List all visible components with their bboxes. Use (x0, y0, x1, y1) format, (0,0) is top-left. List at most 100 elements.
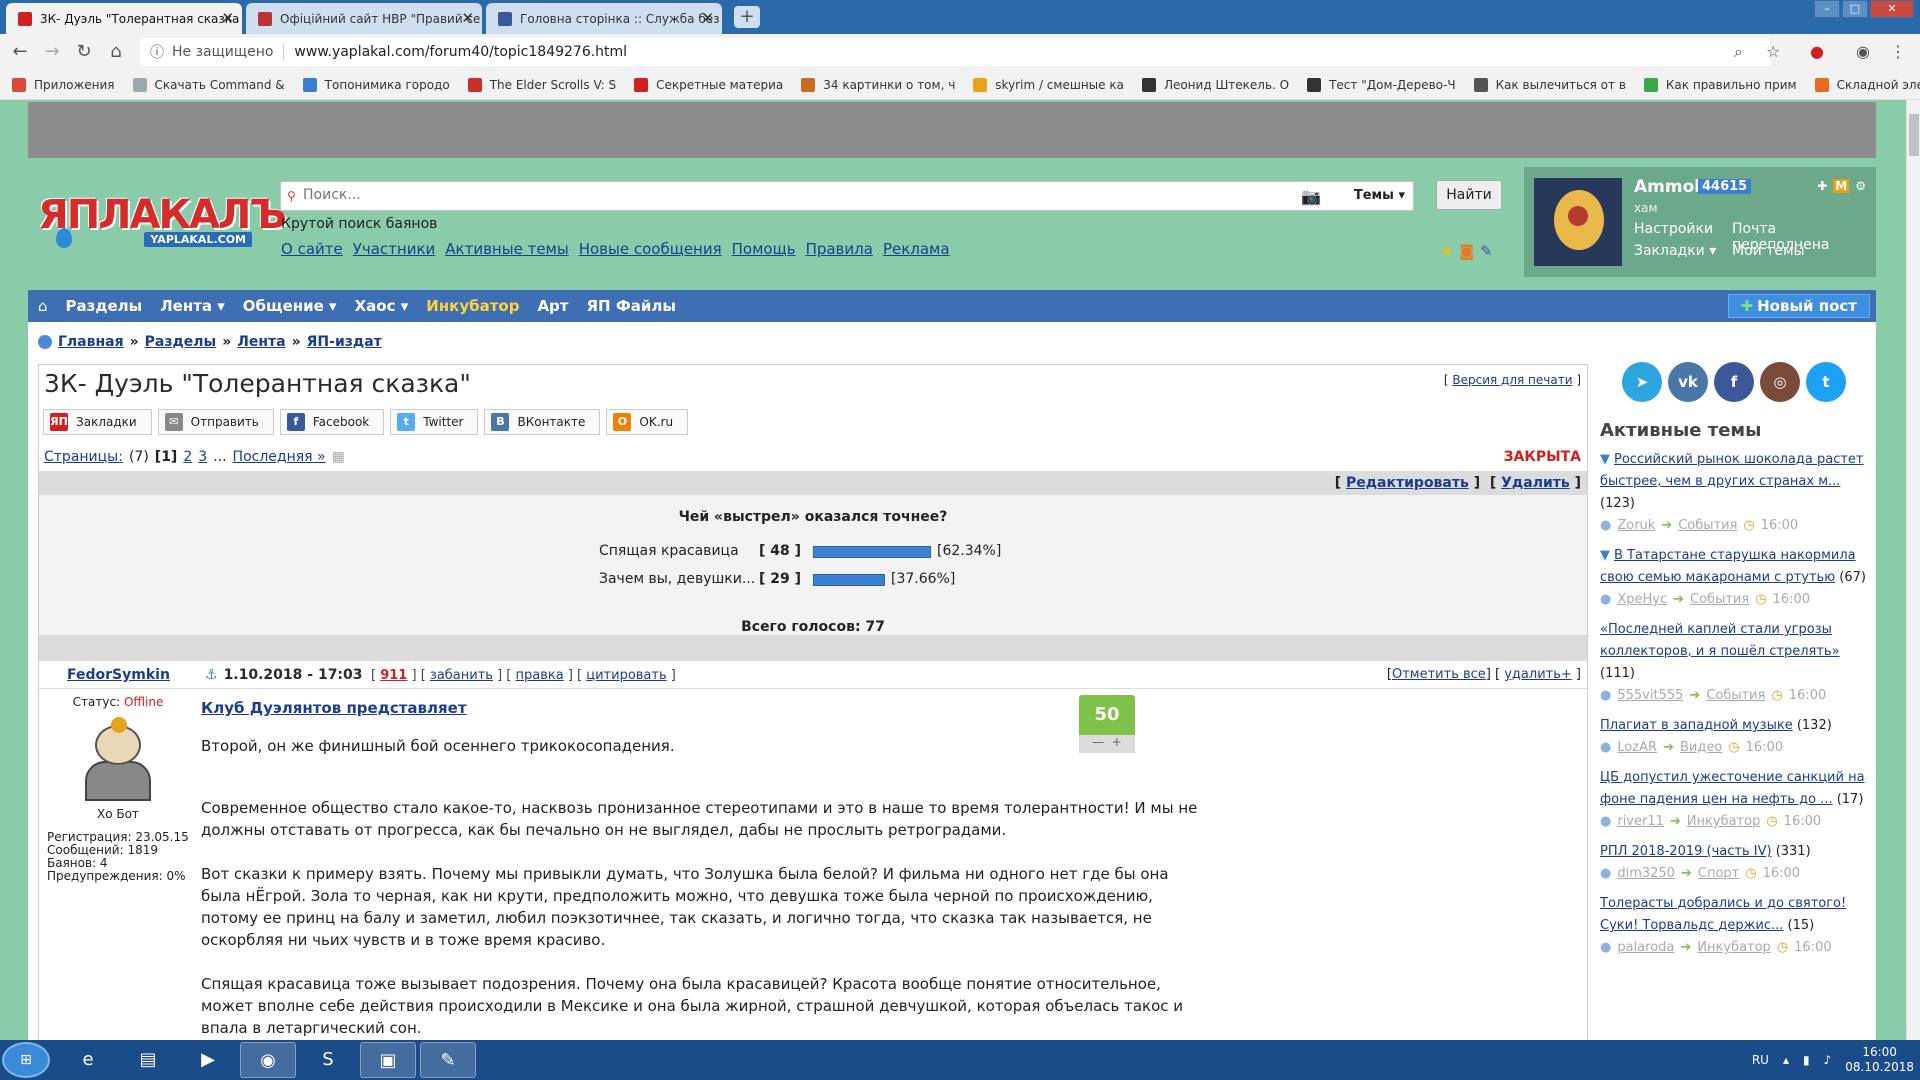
edit-link[interactable]: Редактировать (1346, 475, 1469, 491)
browser-tab-1[interactable]: 3К- Дуэль "Толерантная сказка ✕ (6, 3, 242, 34)
mark-all-link[interactable]: Отметить все (1392, 667, 1486, 682)
user-avatar[interactable] (1534, 178, 1622, 266)
minimize-window-button[interactable]: – (1814, 0, 1840, 18)
bookmark-item[interactable]: Скачать Command & (132, 77, 285, 92)
share-button[interactable]: В ВКонтакте (484, 409, 601, 435)
site-logo[interactable]: ЯПЛАКАЛЪ YAPLAKAL.COM (38, 194, 287, 252)
header-link[interactable]: Правила (806, 240, 873, 258)
active-topic-section[interactable]: События (1678, 515, 1737, 537)
share-button[interactable]: ✉ Отправить (157, 409, 274, 435)
bookmark-item[interactable]: skyrim / смешные ка (973, 77, 1124, 92)
twitter-icon[interactable]: t (1806, 362, 1846, 402)
author-avatar[interactable] (75, 717, 161, 803)
reload-icon[interactable]: ↻ (72, 40, 96, 64)
active-topic-link[interactable]: «Последней каплей стали угрозы коллектор… (1600, 622, 1840, 659)
page-link[interactable]: 2 (183, 449, 192, 465)
new-tab-button[interactable]: + (734, 6, 760, 28)
back-arrow-icon[interactable]: ← (8, 40, 32, 64)
star-icon[interactable]: ★ (1440, 242, 1453, 260)
bookmark-item[interactable]: Как вылечиться от в (1473, 77, 1626, 92)
active-topic-user[interactable]: palaroda (1617, 937, 1674, 959)
close-window-button[interactable]: ✕ (1870, 0, 1914, 18)
share-button[interactable]: t Twitter (390, 409, 479, 435)
rating-vote-buttons[interactable]: — + (1079, 735, 1135, 753)
ban-link[interactable]: забанить (430, 668, 493, 683)
share-button[interactable]: f Facebook (279, 409, 385, 435)
header-link[interactable]: О сайте (281, 240, 343, 258)
bookmark-item[interactable]: The Elder Scrolls V: S (467, 77, 616, 92)
active-topic-section[interactable]: Инкубатор (1687, 811, 1761, 833)
anchor-icon[interactable]: ⚓ (205, 667, 218, 683)
url-text[interactable]: www.yaplakal.com/forum40/topic1849276.ht… (294, 44, 627, 60)
forward-arrow-icon[interactable]: → (40, 40, 64, 64)
my-topics-link[interactable]: Мои темы (1732, 243, 1805, 259)
header-link[interactable]: Реклама (883, 240, 950, 258)
active-topic-user[interactable]: dim3250 (1617, 863, 1675, 885)
breadcrumb-yap-izdat[interactable]: ЯП-издат (307, 334, 382, 350)
menu-files[interactable]: ЯП Файлы (587, 297, 676, 315)
active-topic-user[interactable]: LozAR (1617, 737, 1657, 759)
vk-icon[interactable]: vk (1668, 362, 1708, 402)
print-version-link[interactable]: Версия для печати (1452, 373, 1572, 387)
post-author[interactable]: FedorSymkin (67, 667, 170, 683)
active-topic-section[interactable]: Спорт (1698, 863, 1739, 885)
active-topic-section[interactable]: Инкубатор (1697, 937, 1771, 959)
breadcrumb-sections[interactable]: Разделы (145, 334, 217, 350)
skype-icon[interactable]: S (300, 1042, 356, 1078)
bookmark-item[interactable]: Топонимика городо (302, 77, 450, 92)
active-topic-link[interactable]: РПЛ 2018-2019 (часть IV) (1600, 844, 1772, 859)
pages-dropdown-icon[interactable]: ▦ (332, 449, 345, 465)
user-rating-link[interactable]: 911 (380, 668, 407, 683)
folder-icon[interactable]: ▤ (120, 1042, 176, 1078)
bookmark-item[interactable]: Секретные материа (634, 77, 783, 92)
header-link[interactable]: Помощь (732, 240, 796, 258)
mail-icon[interactable]: M (1833, 179, 1850, 193)
scrollbar-thumb[interactable] (1909, 114, 1919, 156)
close-tab-icon[interactable]: ✕ (701, 9, 714, 27)
menu-feed[interactable]: Лента ▾ (160, 297, 225, 315)
active-topic-user[interactable]: 555vit555 (1617, 685, 1683, 707)
address-bar[interactable]: ⓘ Не защищено www.yaplakal.com/forum40/t… (140, 38, 1770, 66)
ie-icon[interactable]: e (60, 1042, 116, 1078)
image-viewer-icon[interactable]: ▣ (360, 1042, 416, 1078)
share-button[interactable]: ЯП Закладки (43, 409, 152, 435)
delete-link[interactable]: Удалить (1501, 475, 1570, 491)
active-topic-link[interactable]: ЦБ допустил ужесточение санкций на фоне … (1600, 770, 1865, 807)
bookmark-item[interactable]: 34 картинки о том, ч (801, 77, 955, 92)
telegram-icon[interactable]: ➤ (1622, 362, 1662, 402)
rss-icon[interactable]: ◙ (1459, 242, 1474, 260)
paint-icon[interactable]: ✎ (420, 1042, 476, 1078)
facebook-icon[interactable]: f (1714, 362, 1754, 402)
bookmark-item[interactable]: Леонид Штекель. О (1141, 77, 1289, 92)
bookmark-item[interactable]: Тест "Дом-Дерево-Ч (1307, 77, 1456, 92)
bookmark-star-icon[interactable]: ☆ (1766, 42, 1780, 61)
active-topic-link[interactable]: В Татарстане старушка накормила свою сем… (1600, 548, 1856, 585)
info-icon[interactable]: ⓘ (150, 42, 164, 62)
header-link[interactable]: Новые сообщения (579, 240, 722, 258)
edit-post-link[interactable]: правка (516, 668, 564, 683)
plus-icon[interactable]: ✚ (1817, 179, 1827, 193)
chrome-icon[interactable]: ◉ (240, 1042, 296, 1078)
active-topic-user[interactable]: ХреНус (1617, 589, 1667, 611)
menu-art[interactable]: Арт (537, 297, 568, 315)
active-topic-link[interactable]: Российский рынок шоколада растет быстрее… (1600, 452, 1864, 489)
active-topic-link[interactable]: Плагиат в западной музыке (1600, 718, 1793, 733)
extension-icon[interactable]: ● (1810, 42, 1824, 61)
themes-dropdown[interactable]: Темы ▾ (1354, 188, 1405, 203)
menu-incubator[interactable]: Инкубатор (426, 297, 519, 315)
vertical-scrollbar[interactable] (1906, 100, 1920, 1040)
instagram-icon[interactable]: ◎ (1760, 362, 1800, 402)
username[interactable]: Ammok (1634, 177, 1706, 197)
last-page-link[interactable]: Последняя » (233, 449, 326, 465)
settings-icon[interactable]: ⚙ (1855, 179, 1866, 193)
header-link[interactable]: Участники (353, 240, 436, 258)
pencil-icon[interactable]: ✎ (1480, 242, 1493, 260)
bookmark-item[interactable]: Приложения (12, 77, 115, 92)
menu-chaos[interactable]: Хаос ▾ (355, 297, 409, 315)
bookmark-item[interactable]: Складной электрове (1814, 77, 1920, 92)
share-button[interactable]: О OK.ru (606, 409, 689, 435)
pages-label[interactable]: Страницы: (44, 449, 123, 465)
header-link[interactable]: Активные темы (445, 240, 568, 258)
clock[interactable]: 16:00 08.10.2018 (1845, 1045, 1914, 1075)
active-topic-section[interactable]: События (1690, 589, 1749, 611)
